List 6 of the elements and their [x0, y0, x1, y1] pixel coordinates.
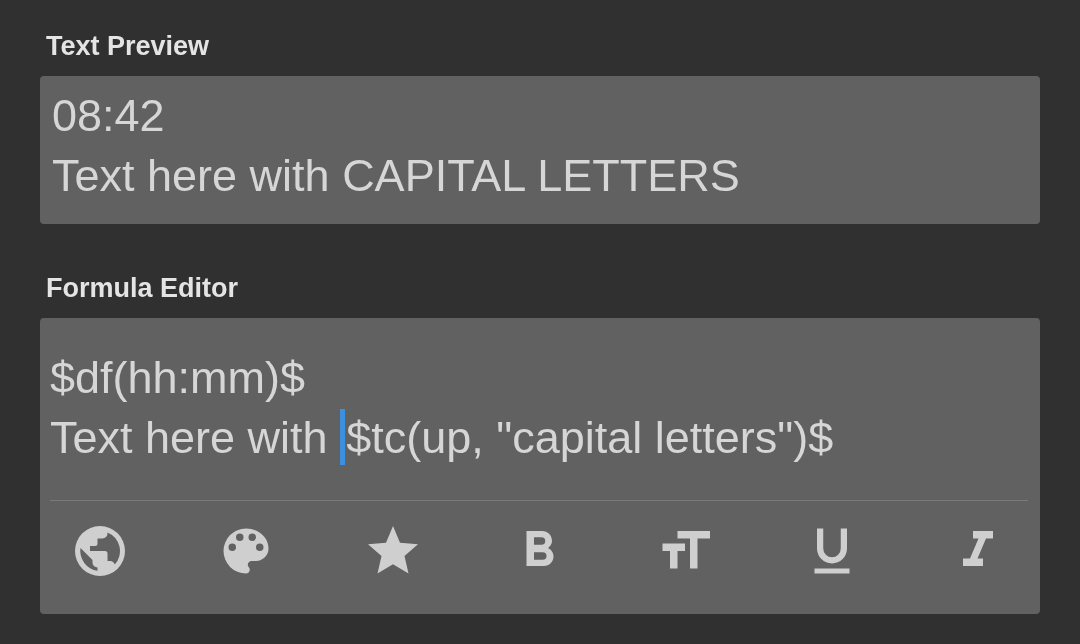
section-title: Formula Editor: [46, 272, 239, 304]
preview-line: Text here with CAPITAL LETTERS: [52, 149, 741, 203]
formula-line[interactable]: Text here with $tc(up, "capital letters")$: [50, 408, 1028, 468]
formula-line[interactable]: $df(hh:mm)$: [50, 348, 1028, 408]
section-title: Text Preview: [46, 30, 211, 62]
preview-line: 08:42: [52, 89, 166, 143]
